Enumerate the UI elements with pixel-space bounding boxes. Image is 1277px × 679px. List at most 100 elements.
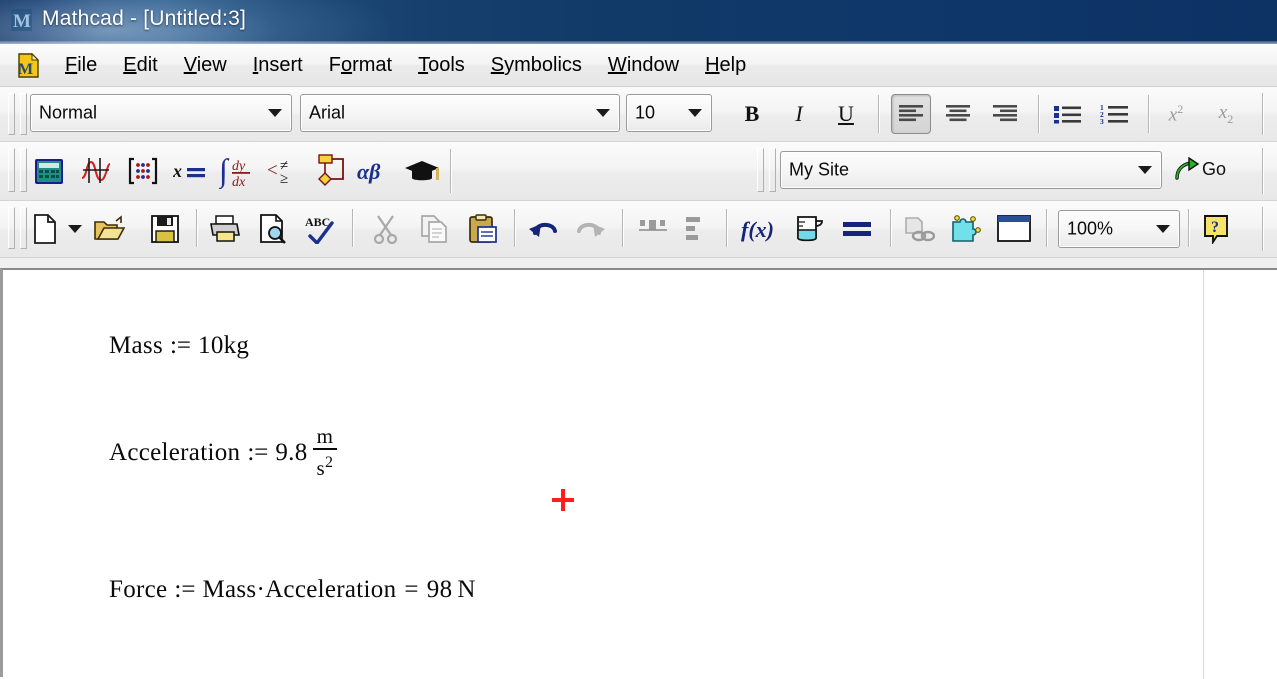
insert-hyperlink-button[interactable]	[900, 210, 938, 248]
toolbar-end-separator	[1262, 148, 1264, 194]
svg-text:αβ: αβ	[357, 159, 381, 184]
insert-hyperlink-icon	[903, 215, 935, 243]
font-family-combo[interactable]: Arial	[300, 94, 620, 132]
print-preview-button[interactable]	[254, 210, 292, 248]
calculator-toolbar-button[interactable]	[30, 152, 68, 190]
toolbar-end-separator	[1262, 93, 1264, 135]
paste-button[interactable]	[464, 210, 502, 248]
mathcad-document-icon[interactable]: M	[15, 52, 42, 79]
matrix-toolbar-button[interactable]	[124, 152, 162, 190]
new-dropdown-arrow-icon	[68, 224, 82, 234]
force-variable-name: Force	[109, 576, 167, 603]
calculus-toolbar-button[interactable]: ∫ dy dx	[218, 150, 262, 192]
new-dropdown-arrow-button[interactable]	[64, 218, 86, 240]
align-regions-vertical-button[interactable]	[676, 210, 714, 248]
chevron-down-icon[interactable]	[596, 109, 610, 117]
new-document-button[interactable]	[28, 210, 62, 248]
font-family-value: Arial	[309, 103, 345, 124]
chevron-down-icon[interactable]	[1138, 166, 1152, 174]
undo-button[interactable]	[524, 210, 562, 248]
symbolic-keyword-toolbar-button[interactable]	[402, 152, 444, 190]
math-toolbar-grip[interactable]	[8, 148, 15, 192]
toolbar-separator	[878, 95, 880, 133]
menu-item-window[interactable]: Window	[595, 51, 692, 80]
align-regions-horizontal-button[interactable]	[634, 210, 672, 248]
worksheet-canvas[interactable]: Mass:=10kg Acceleration:=9.8ms2 Force:=M…	[0, 268, 1277, 677]
address-toolbar-grip-2[interactable]	[769, 148, 776, 192]
redo-button[interactable]	[572, 210, 610, 248]
boolean-toolbar-icon: < ≠ ≥	[268, 156, 302, 186]
menu-item-format[interactable]: Format	[316, 51, 405, 80]
cut-scissors-icon	[373, 214, 399, 244]
menu-item-tools[interactable]: Tools	[405, 51, 478, 80]
formatting-toolbar-grip-2[interactable]	[20, 93, 27, 135]
menu-item-help[interactable]: Help	[692, 51, 759, 80]
formatting-toolbar-grip[interactable]	[8, 93, 15, 135]
chevron-down-icon[interactable]	[268, 109, 282, 117]
svg-text:≥: ≥	[280, 171, 288, 186]
insert-unit-button[interactable]	[790, 210, 828, 248]
menu-item-edit[interactable]: Edit	[110, 51, 170, 80]
bullet-list-button[interactable]	[1048, 94, 1088, 134]
numbered-list-button[interactable]: 1 2 3	[1095, 94, 1135, 134]
address-bar-combo[interactable]: My Site	[780, 151, 1162, 189]
font-size-combo[interactable]: 10	[626, 94, 712, 132]
component-wizard-button[interactable]	[946, 210, 984, 248]
insert-function-icon: f(x)	[741, 214, 781, 244]
context-help-button[interactable]: ?	[1198, 210, 1236, 248]
paste-clipboard-icon	[468, 214, 498, 244]
underline-button[interactable]: U	[830, 99, 862, 129]
math-toolbar-grip-2[interactable]	[20, 148, 27, 192]
menu-item-insert[interactable]: Insert	[240, 51, 316, 80]
italic-button[interactable]: I	[783, 99, 815, 129]
superscript-button[interactable]: x2	[1158, 97, 1194, 131]
crosshair-cursor	[552, 489, 574, 511]
region-force-definition[interactable]: Force:=Mass·Acceleration=98N	[109, 576, 476, 604]
chevron-down-icon[interactable]	[1156, 225, 1170, 233]
menu-item-file-label: ile	[77, 54, 97, 76]
redo-icon	[575, 217, 607, 241]
go-label[interactable]: Go	[1202, 159, 1226, 180]
fraction-bar	[313, 448, 338, 450]
go-arrow-icon[interactable]	[1172, 154, 1202, 186]
align-center-button[interactable]	[938, 94, 978, 134]
align-right-button[interactable]	[985, 94, 1025, 134]
italic-label: I	[795, 103, 802, 125]
menu-item-file[interactable]: File	[52, 51, 110, 80]
programming-toolbar-button[interactable]	[312, 150, 352, 192]
force-expression: Mass·Acceleration	[202, 576, 396, 603]
subscript-label: x2	[1219, 102, 1233, 127]
open-folder-icon	[93, 215, 125, 243]
address-toolbar-grip[interactable]	[757, 148, 764, 192]
paragraph-style-combo[interactable]: Normal	[30, 94, 292, 132]
print-button[interactable]	[206, 210, 244, 248]
standard-toolbar-grip[interactable]	[8, 207, 15, 249]
calculate-button[interactable]	[838, 210, 876, 248]
save-button[interactable]	[146, 210, 184, 248]
toolbar-separator	[352, 209, 354, 247]
cut-button[interactable]	[368, 210, 404, 248]
standard-toolbar-grip-2[interactable]	[20, 207, 27, 249]
insert-area-button[interactable]	[994, 210, 1034, 248]
align-left-button[interactable]	[891, 94, 931, 134]
open-file-button[interactable]	[90, 210, 128, 248]
subscript-button[interactable]: x2	[1208, 97, 1244, 131]
align-right-icon	[992, 104, 1018, 124]
boolean-toolbar-button[interactable]: < ≠ ≥	[266, 152, 304, 190]
spell-check-button[interactable]: ABC	[302, 210, 340, 248]
region-mass-definition[interactable]: Mass:=10kg	[109, 332, 249, 360]
svg-text:dx: dx	[232, 175, 246, 189]
bold-button[interactable]: B	[736, 99, 768, 129]
toolbar-separator	[1188, 209, 1190, 247]
evaluation-toolbar-button[interactable]: x	[171, 152, 211, 190]
insert-function-button[interactable]: f(x)	[740, 210, 782, 248]
chevron-down-icon[interactable]	[688, 109, 702, 117]
graph-toolbar-button[interactable]	[77, 152, 115, 190]
superscript-label: x2	[1169, 102, 1183, 126]
greek-symbol-toolbar-button[interactable]: αβ	[356, 152, 398, 190]
region-acceleration-definition[interactable]: Acceleration:=9.8ms2	[109, 427, 337, 482]
menu-item-view[interactable]: View	[171, 51, 240, 80]
zoom-combo[interactable]: 100%	[1058, 210, 1180, 248]
copy-button[interactable]	[416, 210, 454, 248]
menu-item-symbolics[interactable]: Symbolics	[478, 51, 595, 80]
